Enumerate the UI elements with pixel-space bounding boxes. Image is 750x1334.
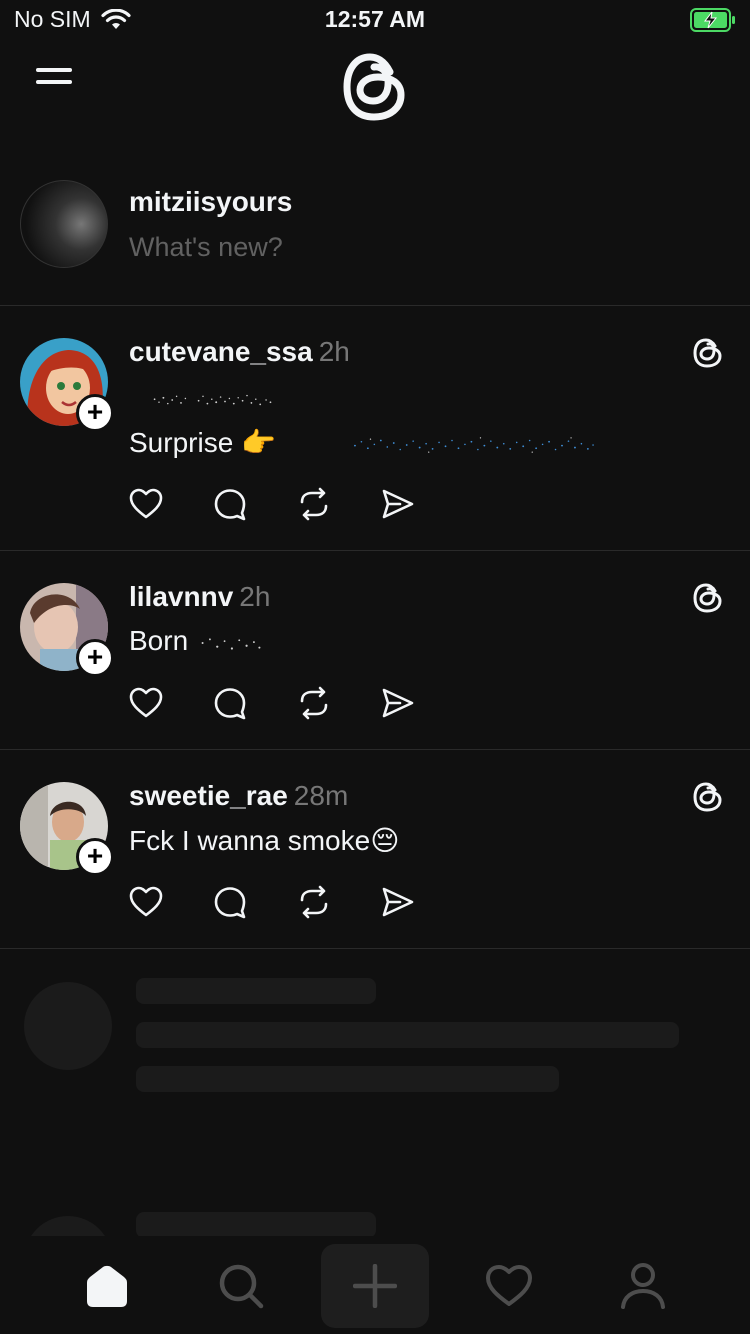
threads-logo-icon[interactable] [340,50,410,124]
battery-charging-icon [690,8,735,32]
repost-icon[interactable] [296,685,332,721]
post-text: Born [129,625,189,656]
search-icon [219,1264,264,1309]
post-actions [128,685,416,721]
skeleton-line [136,1212,376,1238]
thread-post[interactable]: + cutevane_ssa 2h Surprise 👉 [0,306,750,551]
post-username[interactable]: sweetie_rae [129,780,288,811]
tab-profile[interactable] [589,1244,697,1328]
thread-post[interactable]: + lilavnnv 2h Born [0,551,750,750]
compose-icon [353,1264,397,1308]
bottom-tab-bar [0,1236,750,1334]
post-time: 2h [239,581,271,612]
share-icon[interactable] [380,884,416,920]
share-icon[interactable] [380,685,416,721]
new-thread-composer[interactable]: mitziisyours What's new? [0,168,750,306]
comment-icon[interactable] [212,486,248,522]
repost-icon[interactable] [296,884,332,920]
repost-icon[interactable] [296,486,332,522]
app-header [0,42,750,138]
my-avatar [20,180,108,268]
tab-search[interactable] [187,1244,295,1328]
follow-plus-button[interactable]: + [76,639,114,677]
post-username[interactable]: lilavnnv [129,581,233,612]
status-bar: No SIM 12:57 AM [0,0,750,42]
threads-mark-icon[interactable] [692,336,724,370]
threads-mark-icon[interactable] [692,780,724,814]
post-time: 2h [318,336,350,367]
post-time: 28m [293,780,349,811]
skeleton-line [136,1066,559,1092]
post-text: Surprise 👉 [129,427,276,458]
skeleton-line [136,1022,679,1048]
composer-placeholder[interactable]: What's new? [129,232,283,263]
comment-icon[interactable] [212,685,248,721]
post-username[interactable]: cutevane_ssa [129,336,313,367]
skeleton-avatar [24,982,112,1070]
follow-plus-button[interactable]: + [76,394,114,432]
tab-home[interactable] [53,1244,161,1328]
post-header: cutevane_ssa 2h [129,336,350,368]
post-text-line1: Born [129,625,266,657]
post-actions [128,486,416,522]
decorative-symbols [153,394,272,405]
post-header: sweetie_rae 28m [129,780,348,812]
heart-icon[interactable] [128,486,164,522]
profile-icon [621,1263,665,1309]
decorative-symbols [201,638,261,650]
share-icon[interactable] [380,486,416,522]
post-header: lilavnnv 2h [129,581,270,613]
home-icon [87,1265,127,1307]
menu-icon[interactable] [36,68,76,100]
status-time: 12:57 AM [324,6,426,32]
tab-compose[interactable] [321,1244,429,1328]
post-text-line1 [129,382,299,414]
comment-icon[interactable] [212,884,248,920]
post-text-line1: Fck I wanna smoke😔 [129,825,400,856]
post-actions [128,884,416,920]
post-text-line2: Surprise 👉 [129,426,664,459]
activity-heart-icon [486,1265,532,1306]
thread-post[interactable]: + sweetie_rae 28m Fck I wanna smoke😔 [0,750,750,949]
my-username: mitziisyours [129,186,293,217]
heart-icon[interactable] [128,884,164,920]
threads-mark-icon[interactable] [692,581,724,615]
follow-plus-button[interactable]: + [76,838,114,876]
skeleton-line [136,978,376,1004]
heart-icon[interactable] [128,685,164,721]
decorative-symbols [353,436,594,453]
tab-activity[interactable] [455,1244,563,1328]
